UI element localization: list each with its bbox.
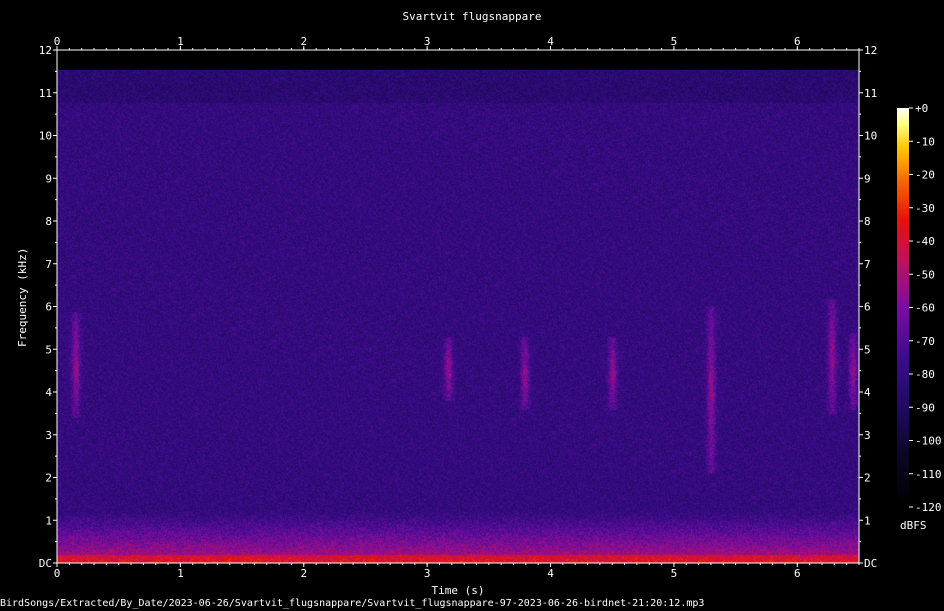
y-tick-label-right: 6 [864, 301, 871, 314]
y-tick-label-right: 8 [864, 215, 871, 228]
x-tick-label-bottom: 0 [54, 567, 61, 580]
x-tick-label-bottom: 1 [177, 567, 184, 580]
colorbar-tick-label: -20 [915, 169, 935, 182]
y-tick-label-left: 1 [45, 514, 52, 527]
colorbar-tick-label: -100 [915, 435, 942, 448]
y-tick-label-right: 10 [864, 130, 877, 143]
colorbar-tick-label: +0 [915, 102, 928, 115]
y-tick-label-left: 6 [45, 301, 52, 314]
colorbar-tick-label: -60 [915, 302, 935, 315]
spectrogram-figure: Svartvit flugsnappare 0 0 1 1 2 2 3 3 4 4 5 5 6 6 DC DC… [0, 0, 944, 611]
y-tick-label-left: 8 [45, 215, 52, 228]
y-tick-label-right: 9 [864, 172, 871, 185]
y-tick-label-left: 5 [45, 343, 52, 356]
file-path-footer: BirdSongs/Extracted/By_Date/2023-06-26/S… [0, 598, 705, 609]
x-tick-label-top: 6 [794, 35, 801, 48]
colorbar-tick-label: -80 [915, 368, 935, 381]
chart-axes: 00112233445566DC DC1 12 23 34 45 56 67 78 89 910 10… [39, 35, 942, 580]
x-axis-label: Time (s) [431, 584, 485, 597]
x-tick-label-top: 5 [671, 35, 678, 48]
colorbar-tick-label: -110 [915, 468, 942, 481]
x-tick-label-top: 4 [547, 35, 554, 48]
colorbar-tick-label: -120 [915, 501, 942, 514]
y-tick-label-right: 2 [864, 472, 871, 485]
y-tick-label-right: 7 [864, 258, 871, 271]
colorbar-tick-label: -40 [915, 235, 935, 248]
y-tick-label-left: 3 [45, 429, 52, 442]
y-tick-label-left: 7 [45, 258, 52, 271]
x-tick-label-bottom: 6 [794, 567, 801, 580]
y-tick-label-right: 12 [864, 44, 877, 57]
x-tick-label-top: 3 [424, 35, 431, 48]
colorbar-tick-label: -50 [915, 268, 935, 281]
x-tick-label-bottom: 4 [547, 567, 554, 580]
colorbar-tick-label: -90 [915, 401, 935, 414]
y-tick-label-left: 11 [39, 87, 52, 100]
x-tick-label-top: 2 [300, 35, 307, 48]
x-tick-label-bottom: 2 [300, 567, 307, 580]
y-tick-label-right: 1 [864, 514, 871, 527]
y-tick-label-right: 4 [864, 386, 871, 399]
y-tick-label-left: 4 [45, 386, 52, 399]
plot-frame [56, 49, 860, 564]
x-tick-label-bottom: 3 [424, 567, 431, 580]
y-tick-label-right: 3 [864, 429, 871, 442]
colorbar-tick-label: -70 [915, 335, 935, 348]
colorbar [897, 108, 909, 507]
y-tick-label-left: 2 [45, 472, 52, 485]
y-tick-label-right: DC [864, 557, 877, 570]
y-tick-label-left: DC [39, 557, 52, 570]
y-tick-label-left: 9 [45, 172, 52, 185]
colorbar-tick-label: -30 [915, 202, 935, 215]
x-tick-label-bottom: 5 [671, 567, 678, 580]
y-axis-label: Frequency (kHz) [16, 247, 29, 347]
x-tick-label-top: 0 [54, 35, 61, 48]
y-tick-label-left: 10 [39, 130, 52, 143]
x-tick-label-top: 1 [177, 35, 184, 48]
y-tick-label-left: 12 [39, 44, 52, 57]
colorbar-tick-label: -10 [915, 135, 935, 148]
y-tick-label-right: 5 [864, 343, 871, 356]
colorbar-unit-label: dBFS [900, 519, 927, 532]
y-tick-label-right: 11 [864, 87, 877, 100]
